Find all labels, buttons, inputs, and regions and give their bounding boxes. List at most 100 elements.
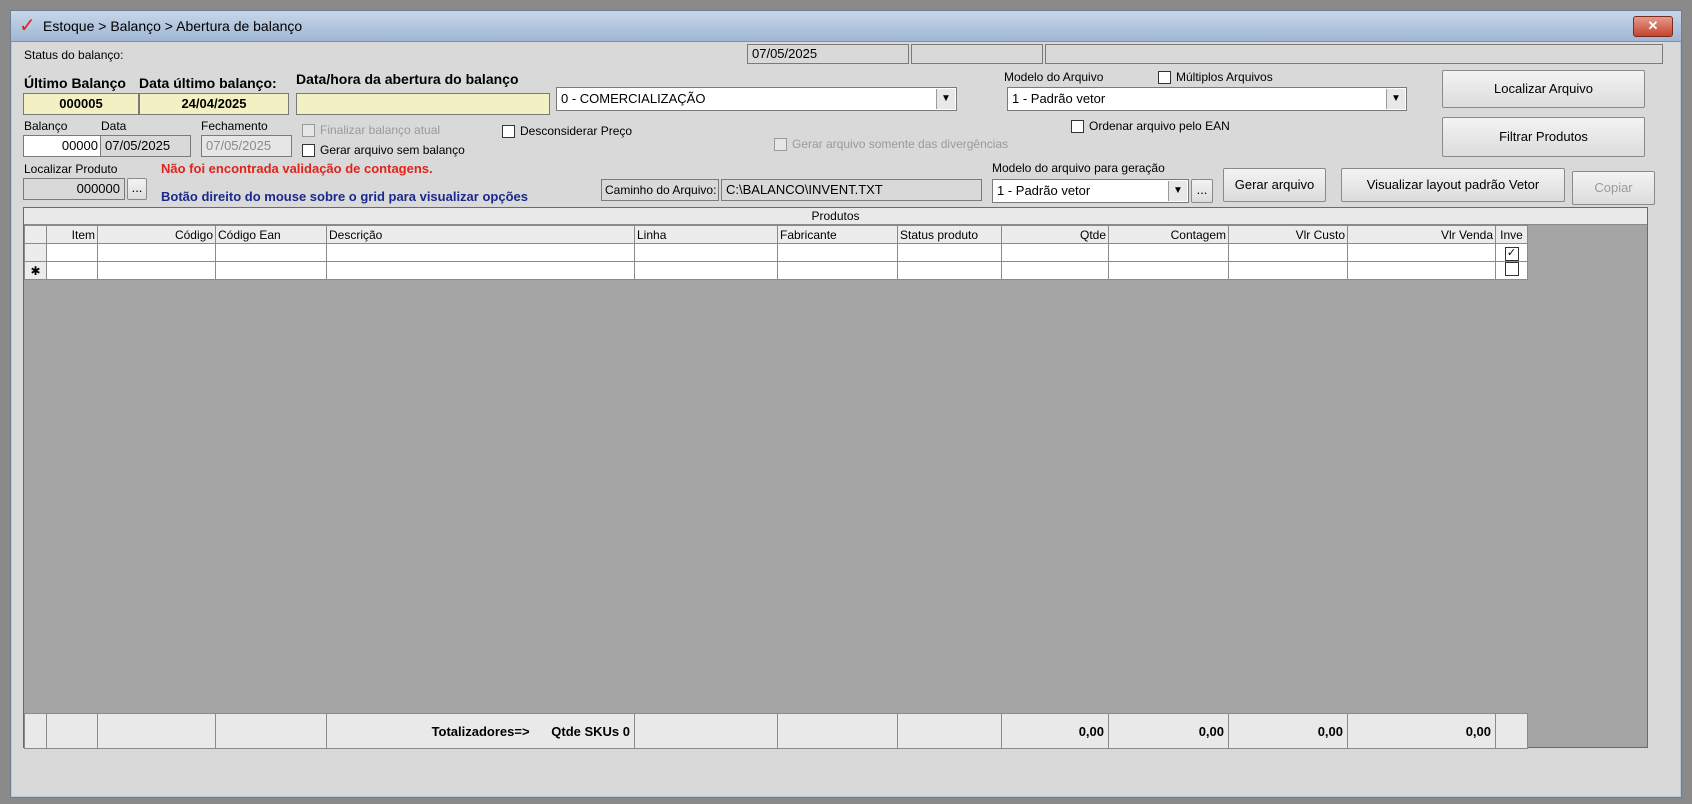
data-hora-abertura-field[interactable]: [296, 93, 550, 115]
col-status-produto[interactable]: Status produto: [897, 225, 1002, 244]
col-codigo-ean[interactable]: Código Ean: [215, 225, 327, 244]
col-vlr-venda[interactable]: Vlr Venda: [1347, 225, 1496, 244]
cell[interactable]: [1001, 243, 1109, 262]
cell[interactable]: [46, 243, 98, 262]
close-button[interactable]: ✕: [1633, 16, 1673, 37]
totals-cell: [897, 713, 1002, 749]
products-grid[interactable]: Produtos Item Código Código Ean Descriçã…: [23, 207, 1648, 749]
totals-cell: [46, 713, 98, 749]
cell[interactable]: [634, 261, 778, 280]
localizar-produto-field[interactable]: 000000: [23, 178, 125, 200]
totals-qtde: 0,00: [1001, 713, 1109, 749]
modelo-geracao-value: 1 - Padrão vetor: [997, 183, 1091, 198]
cell[interactable]: [1108, 243, 1229, 262]
localizar-produto-ellipsis-button[interactable]: ...: [127, 178, 147, 200]
fechamento-field: 07/05/2025: [201, 135, 292, 157]
new-row[interactable]: ✱: [24, 261, 1528, 280]
main-window: ✓ Estoque > Balanço > Abertura de balanç…: [10, 10, 1682, 798]
col-descricao[interactable]: Descrição: [326, 225, 635, 244]
totals-vlr-custo: 0,00: [1228, 713, 1348, 749]
gerar-sem-balanco-checkbox[interactable]: [302, 144, 315, 157]
window-title: Estoque > Balanço > Abertura de balanço: [43, 18, 303, 34]
cell[interactable]: [97, 243, 216, 262]
new-row-marker-icon: ✱: [24, 261, 47, 280]
col-item[interactable]: Item: [46, 225, 98, 244]
col-codigo[interactable]: Código: [97, 225, 216, 244]
modelo-geracao-select[interactable]: 1 - Padrão vetor ▼: [992, 179, 1189, 203]
modelo-geracao-ellipsis-button[interactable]: ...: [1191, 179, 1213, 203]
cell[interactable]: [897, 261, 1002, 280]
finalizar-balanco-checkbox: [302, 124, 315, 137]
totals-cell: [634, 713, 778, 749]
totals-row: Totalizadores=> Qtde SKUs 0 0,00 0,00 0,…: [24, 713, 1528, 749]
totals-cell: [1495, 713, 1528, 749]
row-selector[interactable]: [24, 243, 47, 262]
cell[interactable]: [326, 243, 635, 262]
totals-skus: Qtde SKUs 0: [551, 723, 630, 739]
inve-cell[interactable]: ✓: [1495, 243, 1528, 262]
totals-label: Totalizadores=>: [431, 723, 530, 739]
modelo-geracao-label: Modelo do arquivo para geração: [992, 161, 1165, 175]
balanco-field[interactable]: 00000: [23, 135, 103, 157]
fechamento-label: Fechamento: [201, 119, 268, 133]
cell[interactable]: [1001, 261, 1109, 280]
status-field-2: [911, 44, 1043, 64]
multiplos-arquivos-checkbox[interactable]: [1158, 71, 1171, 84]
cell[interactable]: [777, 243, 898, 262]
row-header-corner: [24, 225, 47, 244]
totals-contagem: 0,00: [1108, 713, 1229, 749]
cell[interactable]: [777, 261, 898, 280]
chevron-down-icon[interactable]: ▼: [1168, 181, 1187, 201]
ultimo-balanco-value: 000005: [23, 93, 139, 115]
caminho-arquivo-label: Caminho do Arquivo:: [601, 179, 719, 201]
status-date: 07/05/2025: [747, 44, 909, 64]
filtrar-produtos-button[interactable]: Filtrar Produtos: [1442, 117, 1645, 157]
inve-checkbox-checked[interactable]: ✓: [1504, 246, 1519, 261]
col-contagem[interactable]: Contagem: [1108, 225, 1229, 244]
localizar-arquivo-button[interactable]: Localizar Arquivo: [1442, 70, 1645, 108]
title-bar: ✓ Estoque > Balanço > Abertura de balanç…: [11, 11, 1681, 42]
table-row[interactable]: ✓: [24, 243, 1528, 262]
cell[interactable]: [326, 261, 635, 280]
status-field-3: [1045, 44, 1663, 64]
localizar-produto-label: Localizar Produto: [24, 162, 118, 176]
caminho-arquivo-field[interactable]: C:\BALANCO\INVENT.TXT: [721, 179, 982, 201]
cell[interactable]: [1108, 261, 1229, 280]
totals-cell: [215, 713, 327, 749]
desconsiderar-preco-checkbox[interactable]: [502, 125, 515, 138]
chevron-down-icon[interactable]: ▼: [936, 89, 955, 109]
totals-vlr-venda: 0,00: [1347, 713, 1496, 749]
chevron-down-icon[interactable]: ▼: [1386, 89, 1405, 109]
col-fabricante[interactable]: Fabricante: [777, 225, 898, 244]
cell[interactable]: [1347, 261, 1496, 280]
col-inve[interactable]: Inve: [1495, 225, 1528, 244]
totals-label-cell: Totalizadores=> Qtde SKUs 0: [326, 713, 635, 749]
ordenar-ean-checkbox[interactable]: [1071, 120, 1084, 133]
data-label: Data: [101, 119, 127, 133]
col-qtde[interactable]: Qtde: [1001, 225, 1109, 244]
modelo-arquivo-select[interactable]: 1 - Padrão vetor ▼: [1007, 87, 1407, 111]
gerar-arquivo-button[interactable]: Gerar arquivo: [1223, 168, 1326, 202]
totals-cell: [97, 713, 216, 749]
cell[interactable]: [46, 261, 98, 280]
cell[interactable]: [1228, 243, 1348, 262]
status-label: Status do balanço:: [24, 48, 124, 62]
cell[interactable]: [215, 243, 327, 262]
col-vlr-custo[interactable]: Vlr Custo: [1228, 225, 1348, 244]
modelo-arquivo-label: Modelo do Arquivo: [1004, 70, 1104, 84]
data-field[interactable]: 07/05/2025: [100, 135, 191, 157]
cell[interactable]: [215, 261, 327, 280]
cell[interactable]: [897, 243, 1002, 262]
cell[interactable]: [1228, 261, 1348, 280]
col-linha[interactable]: Linha: [634, 225, 778, 244]
data-hora-abertura-label: Data/hora da abertura do balanço: [296, 71, 519, 87]
app-logo-icon: ✓: [19, 13, 36, 37]
inve-checkbox[interactable]: [1504, 262, 1519, 276]
tipo-balanco-select[interactable]: 0 - COMERCIALIZAÇÃO ▼: [556, 87, 957, 111]
visualizar-layout-button[interactable]: Visualizar layout padrão Vetor: [1341, 168, 1565, 202]
cell[interactable]: [97, 261, 216, 280]
tipo-balanco-value: 0 - COMERCIALIZAÇÃO: [561, 91, 706, 106]
cell[interactable]: [634, 243, 778, 262]
inve-cell[interactable]: [1495, 261, 1528, 280]
cell[interactable]: [1347, 243, 1496, 262]
